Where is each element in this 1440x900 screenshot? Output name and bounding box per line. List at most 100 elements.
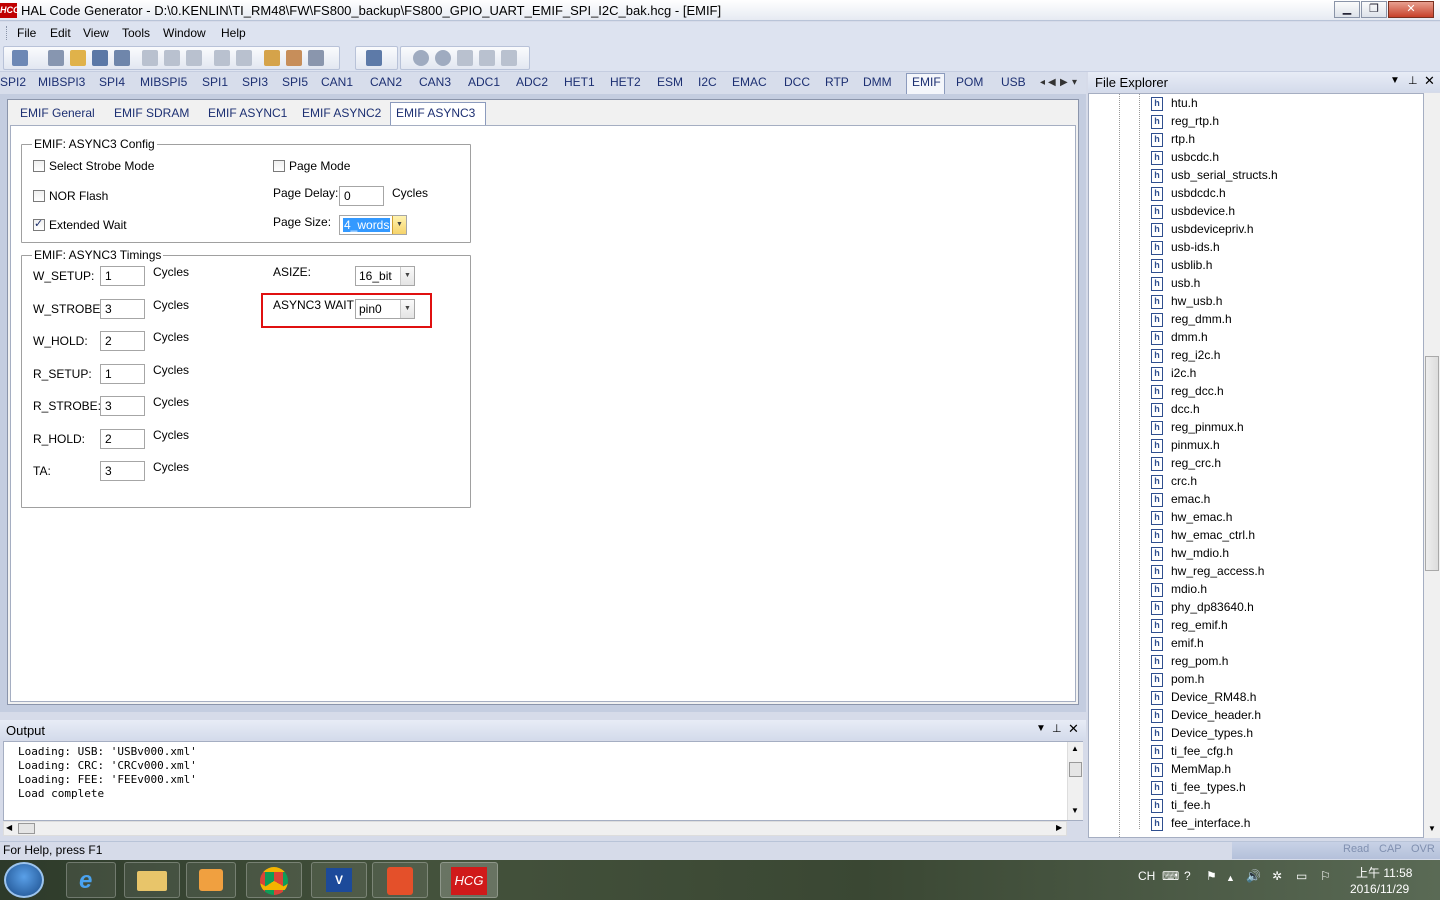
stop-icon[interactable]: [457, 50, 473, 66]
scroll-right-icon[interactable]: ▶: [1056, 823, 1062, 832]
tab-scroll-next-icon[interactable]: ▶: [1060, 77, 1068, 88]
tab-list-icon[interactable]: ▾: [1072, 77, 1077, 88]
module-tab-dcc[interactable]: DCC: [784, 75, 810, 89]
r-strobe-input[interactable]: 3: [100, 396, 145, 416]
module-tab-spi2[interactable]: SPI2: [0, 75, 26, 89]
clock-date[interactable]: 2016/11/29: [1350, 882, 1409, 896]
pdf-reader-icon[interactable]: [372, 862, 428, 898]
extended-wait-checkbox[interactable]: [33, 217, 45, 231]
forward-icon[interactable]: [435, 50, 451, 66]
page-delay-input[interactable]: 0: [339, 186, 384, 206]
network-icon[interactable]: ✲: [1272, 869, 1282, 883]
chrome-icon[interactable]: [246, 862, 302, 898]
module-tab-emif[interactable]: EMIF: [912, 75, 941, 89]
ccs-icon[interactable]: V: [311, 862, 367, 898]
module-tab-spi5[interactable]: SPI5: [282, 75, 308, 89]
cut-icon[interactable]: [142, 50, 158, 66]
output-dropdown-icon[interactable]: ▼: [1036, 723, 1046, 734]
paste-icon[interactable]: [186, 50, 202, 66]
module-tab-usb[interactable]: USB: [1001, 75, 1026, 89]
scroll-down-icon[interactable]: ▼: [1071, 806, 1079, 815]
select-strobe-checkbox[interactable]: [33, 160, 45, 172]
explorer-folder-icon[interactable]: [124, 862, 180, 898]
menu-view[interactable]: View: [83, 26, 109, 40]
menu-window[interactable]: Window: [163, 26, 206, 40]
scroll-thumb[interactable]: [1069, 762, 1082, 777]
subtab-emif-async2[interactable]: EMIF ASYNC2: [302, 106, 381, 120]
module-tab-mibspi5[interactable]: MIBSPI5: [140, 75, 187, 89]
nor-flash-checkbox[interactable]: [33, 190, 45, 202]
subtab-emif-async3[interactable]: EMIF ASYNC3: [396, 106, 475, 120]
save-icon[interactable]: [92, 50, 108, 66]
scroll-up-icon[interactable]: ▲: [1071, 744, 1079, 753]
module-tab-spi4[interactable]: SPI4: [99, 75, 125, 89]
page-size-select[interactable]: 4_words ▼: [339, 215, 407, 235]
asize-select[interactable]: 16_bit ▼: [355, 266, 415, 286]
menu-tools[interactable]: Tools: [122, 26, 150, 40]
module-tab-can1[interactable]: CAN1: [321, 75, 353, 89]
output-pin-icon[interactable]: ⊥: [1052, 722, 1062, 735]
tab-scroll-left-icon[interactable]: ◂: [1040, 77, 1045, 88]
subtab-emif-general[interactable]: EMIF General: [20, 106, 95, 120]
ta-input[interactable]: 3: [100, 461, 145, 481]
back-icon[interactable]: [413, 50, 429, 66]
new-icon[interactable]: [12, 50, 28, 66]
module-tab-spi1[interactable]: SPI1: [202, 75, 228, 89]
clock-time[interactable]: 上午 11:58: [1356, 864, 1412, 881]
r-hold-input[interactable]: 2: [100, 429, 145, 449]
action-center-icon[interactable]: ⚐: [1320, 869, 1331, 883]
layers-icon[interactable]: [366, 50, 382, 66]
scroll-down-icon[interactable]: ▼: [1428, 824, 1436, 833]
module-tab-can3[interactable]: CAN3: [419, 75, 451, 89]
explorer-dropdown-icon[interactable]: ▼: [1390, 75, 1400, 86]
module-tab-esm[interactable]: ESM: [657, 75, 683, 89]
output-horizontal-scrollbar[interactable]: ◀ ▶: [3, 821, 1067, 836]
undo-icon[interactable]: [214, 50, 230, 66]
module-tab-emac[interactable]: EMAC: [732, 75, 767, 89]
module-tab-spi3[interactable]: SPI3: [242, 75, 268, 89]
module-tab-dmm[interactable]: DMM: [863, 75, 892, 89]
volume-icon[interactable]: 🔊: [1246, 869, 1261, 883]
save-all-icon[interactable]: [114, 50, 130, 66]
menu-file[interactable]: File: [17, 26, 36, 40]
menu-edit[interactable]: Edit: [50, 26, 71, 40]
module-tab-mibspi3[interactable]: MIBSPI3: [38, 75, 85, 89]
generate-code-icon[interactable]: [264, 50, 280, 66]
display-icon[interactable]: ▭: [1296, 869, 1307, 883]
home-icon[interactable]: [501, 50, 517, 66]
hcg-taskbar-button[interactable]: HCG: [440, 862, 498, 898]
refresh-icon[interactable]: [479, 50, 495, 66]
subtab-emif-async1[interactable]: EMIF ASYNC1: [208, 106, 287, 120]
keyboard-icon[interactable]: ⌨: [1162, 869, 1179, 883]
w-strobe-input[interactable]: 3: [100, 299, 145, 319]
language-indicator[interactable]: CH: [1138, 869, 1155, 883]
output-log[interactable]: Loading: USB: 'USBv000.xml' Loading: CRC…: [3, 741, 1083, 821]
module-tab-het2[interactable]: HET2: [610, 75, 641, 89]
print-icon[interactable]: [48, 50, 64, 66]
module-tab-adc2[interactable]: ADC2: [516, 75, 548, 89]
menu-help[interactable]: Help: [221, 26, 246, 40]
module-tab-pom[interactable]: POM: [956, 75, 983, 89]
redo-icon[interactable]: [236, 50, 252, 66]
subtab-emif-sdram[interactable]: EMIF SDRAM: [114, 106, 189, 120]
show-hidden-icons-icon[interactable]: ▲: [1226, 873, 1235, 883]
output-close-icon[interactable]: ✕: [1068, 721, 1079, 737]
output-vertical-scrollbar[interactable]: ▲ ▼: [1067, 742, 1083, 820]
module-tab-het1[interactable]: HET1: [564, 75, 595, 89]
scroll-left-icon[interactable]: ◀: [6, 823, 12, 832]
minimize-button[interactable]: ▁: [1334, 1, 1360, 18]
open-folder-icon[interactable]: [70, 50, 86, 66]
w-setup-input[interactable]: 1: [100, 266, 145, 286]
module-tab-can2[interactable]: CAN2: [370, 75, 402, 89]
w-hold-input[interactable]: 2: [100, 331, 145, 351]
module-tab-adc1[interactable]: ADC1: [468, 75, 500, 89]
page-mode-checkbox[interactable]: [273, 160, 285, 172]
ie-icon[interactable]: e: [66, 862, 116, 898]
start-button[interactable]: [4, 862, 44, 898]
explorer-pin-icon[interactable]: ⊥: [1408, 74, 1418, 87]
file-explorer-scrollbar[interactable]: ▼: [1424, 93, 1440, 838]
maximize-button[interactable]: ❐: [1361, 1, 1387, 18]
help-icon[interactable]: ?: [1184, 869, 1191, 883]
chevron-down-icon[interactable]: ▼: [392, 216, 406, 234]
file-explorer-scroll-thumb[interactable]: [1425, 356, 1439, 571]
